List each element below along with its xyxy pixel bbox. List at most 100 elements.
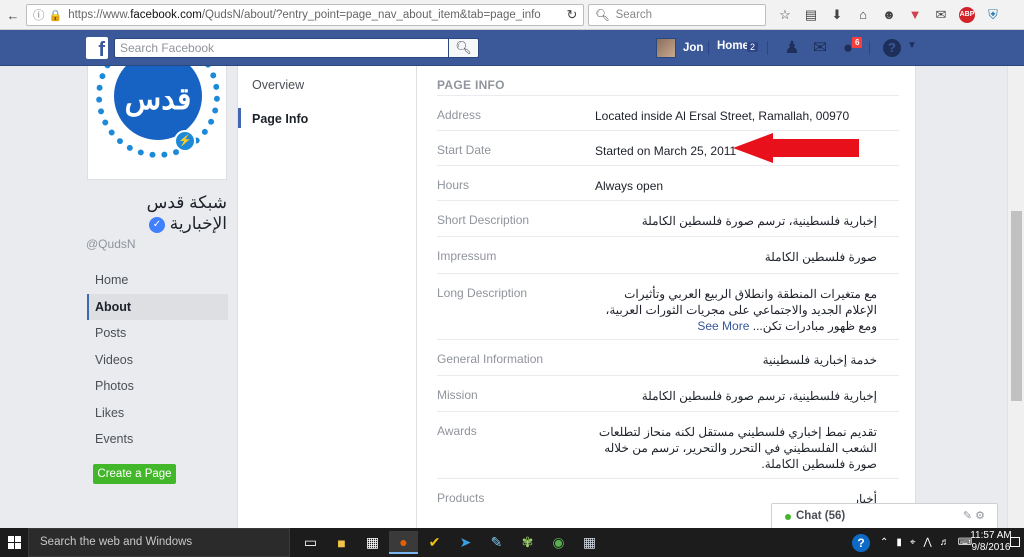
scrollbar-thumb[interactable] (1011, 211, 1022, 401)
wifi-icon[interactable]: ⋀ (924, 537, 932, 548)
page-profile-picture[interactable]: قدس ⚡ (87, 66, 227, 180)
battery-icon[interactable]: ▮ (896, 537, 902, 548)
impressum-value: صورة فلسطين الكاملة (764, 250, 877, 264)
firefox-icon[interactable]: ● (389, 531, 418, 554)
chat-options: ✎⚙ (963, 509, 988, 522)
clock[interactable]: 11:57 AM 9/8/2016 (968, 530, 1014, 554)
nav-item-home[interactable]: Home (87, 267, 228, 294)
app-icon[interactable]: ➤ (451, 531, 480, 554)
nav-item-events[interactable]: Events (87, 426, 228, 453)
info-row-short-description: Short Description إخبارية فلسطينية، ترسم… (437, 200, 899, 236)
task-view-icon[interactable]: ▭ (296, 531, 325, 554)
nav-item-likes[interactable]: Likes (87, 400, 228, 427)
user-profile-link[interactable]: Jon (656, 38, 703, 58)
nav-item-about[interactable]: About (87, 293, 228, 320)
create-page-button[interactable]: Create a Page (93, 464, 176, 484)
calculator-icon[interactable]: ▦ (575, 531, 604, 554)
nav-item-videos[interactable]: Videos (87, 347, 228, 374)
clock-date: 9/8/2016 (971, 542, 1011, 553)
notepad-icon[interactable]: ✎ (482, 531, 511, 554)
adblock-icon[interactable]: ABP (959, 7, 975, 23)
reading-list-icon[interactable]: ▤ (798, 5, 824, 25)
nav-item-photos[interactable]: Photos (87, 373, 228, 400)
facebook-header: f Search Facebook 🔍︎ Jon Home 2 ♟ ✉ ● 6 … (0, 30, 1024, 66)
browser-search-input[interactable]: 🔍︎ Search (588, 4, 766, 26)
ccleaner-icon[interactable]: ◉ (544, 531, 573, 554)
info-label: Hours (437, 178, 470, 192)
info-label: Short Description (437, 213, 530, 227)
divider (708, 41, 709, 55)
windows-start-icon[interactable] (0, 528, 28, 557)
url-domain: facebook.com (130, 9, 202, 21)
page-username[interactable]: @QudsN (86, 237, 136, 251)
mail-icon[interactable]: ✉ (928, 5, 954, 25)
info-icon[interactable]: ⓘ (33, 7, 45, 23)
messages-icon[interactable]: ✉ (809, 37, 831, 59)
awards-value: تقديم نمط إخباري فلسطيني مستقل لكنه منحا… (598, 425, 877, 471)
compose-icon[interactable]: ✎ (963, 510, 975, 522)
avatar (656, 38, 676, 58)
messenger-icon: ⚡ (174, 130, 196, 152)
network-icon[interactable]: ⌖ (910, 537, 916, 548)
chevron-down-icon[interactable]: ▼ (907, 40, 917, 51)
mission-value: إخبارية فلسطينية، ترسم صورة فلسطين الكام… (641, 389, 877, 403)
info-row-awards: Awards تقديم نمط إخباري فلسطيني مستقل لك… (437, 411, 899, 478)
tab-overview[interactable]: Overview (252, 78, 304, 92)
gear-icon[interactable]: ⚙ (975, 510, 988, 522)
long-description-value: مع متغيرات المنطقة وانطلاق الربيع العربي… (595, 286, 878, 334)
page-title[interactable]: شبكة قدس الإخبارية ✓ (87, 192, 227, 234)
windows-taskbar: Search the web and Windows ▭ ■ ▦ ● ✔ ➤ ✎… (0, 528, 1024, 557)
see-more-link[interactable]: See More (697, 319, 749, 333)
nav-item-posts[interactable]: Posts (87, 320, 228, 347)
volume-icon[interactable]: ♬ (940, 537, 950, 548)
info-label: Awards (437, 424, 477, 438)
home-link[interactable]: Home (717, 40, 749, 52)
pocket-icon[interactable]: ▼ (902, 5, 928, 25)
taskbar-search-input[interactable]: Search the web and Windows (28, 528, 290, 557)
notification-count-badge: 6 (851, 36, 864, 49)
download-icon[interactable]: ⬇ (824, 5, 850, 25)
tab-page-info[interactable]: Page Info (252, 112, 308, 126)
url-prefix: https://www. (68, 9, 131, 21)
search-icon[interactable]: 🔍︎ (448, 38, 479, 58)
help-icon[interactable]: ? (852, 533, 870, 552)
user-name: Jon (683, 42, 704, 54)
general-information-value: خدمة إخبارية فلسطينية (762, 353, 877, 367)
browser-toolbar-icons: ☆ ▤ ⬇ ⌂ ☻ ▼ ✉ ABP ⛨ (772, 5, 1006, 25)
store-icon[interactable]: ▦ (358, 531, 387, 554)
star-icon[interactable]: ☆ (772, 5, 798, 25)
section-title: PAGE INFO (437, 78, 505, 92)
info-row-impressum: Impressum صورة فلسطين الكاملة (437, 236, 899, 273)
chevron-up-icon[interactable]: ⌃ (880, 537, 888, 548)
friend-requests-icon[interactable]: ♟ (781, 37, 803, 59)
info-label: Mission (437, 388, 478, 402)
chat-bubble-icon[interactable]: ☻ (876, 5, 902, 25)
home-icon[interactable]: ⌂ (850, 5, 876, 25)
lock-icon: 🔒 (48, 9, 63, 22)
url-bar[interactable]: ⓘ 🔒 https://www. facebook.com/QudsN/about… (26, 4, 584, 26)
page-scrollbar[interactable] (1007, 66, 1024, 528)
facebook-search-input[interactable]: Search Facebook (114, 38, 448, 58)
browser-search-placeholder: Search (615, 9, 653, 21)
facebook-logo[interactable]: f (86, 37, 108, 59)
online-status-icon (785, 514, 791, 520)
back-arrow-icon[interactable]: ← (4, 5, 22, 25)
paint-icon[interactable]: ✾ (513, 531, 542, 554)
action-center-icon[interactable] (1010, 537, 1020, 547)
info-row-long-description: Long Description مع متغيرات المنطقة وانط… (437, 273, 899, 339)
address-value[interactable]: Located inside Al Ersal Street, Ramallah… (595, 108, 899, 124)
reload-icon[interactable]: ↻ (562, 5, 582, 25)
active-tab-indicator (238, 108, 241, 128)
chat-sidebar-tab[interactable]: Chat (56) ✎⚙ (771, 503, 998, 528)
page-navigation: Home About Posts Videos Photos Likes Eve… (87, 267, 228, 453)
norton-icon[interactable]: ✔ (420, 531, 449, 554)
short-description-value: إخبارية فلسطينية، ترسم صورة فلسطين الكام… (641, 214, 877, 228)
info-row-mission: Mission إخبارية فلسطينية، ترسم صورة فلسط… (437, 375, 899, 411)
help-icon[interactable]: ? (883, 39, 901, 57)
shield-icon[interactable]: ⛨ (980, 5, 1006, 25)
taskbar-apps: ▭ ■ ▦ ● ✔ ➤ ✎ ✾ ◉ ▦ (296, 531, 606, 554)
system-tray: ? ⌃ ▮ ⌖ ⋀ ♬ ⌨ (852, 528, 976, 557)
file-explorer-icon[interactable]: ■ (327, 531, 356, 554)
chat-label: Chat (56) (796, 510, 846, 522)
info-label: Products (437, 491, 485, 505)
